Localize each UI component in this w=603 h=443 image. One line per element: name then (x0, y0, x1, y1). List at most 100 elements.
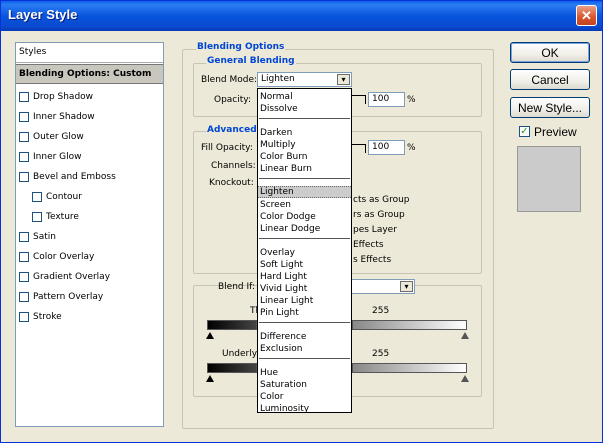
blend-if-select[interactable]: ▾ (352, 279, 415, 294)
blend-mode-option-overlay[interactable]: Overlay (258, 247, 351, 259)
blend-mode-option-linear-burn[interactable]: Linear Burn (258, 163, 351, 175)
blend-mode-option-screen[interactable]: Screen (258, 199, 351, 211)
styles-item-label: Outer Glow (33, 132, 84, 142)
styles-item-label: Color Overlay (33, 252, 95, 262)
blend-mode-label: Blend Mode: (201, 75, 258, 85)
opacity-slider-handle[interactable] (352, 95, 366, 104)
this-layer-max-value: 255 (372, 306, 390, 316)
color-overlay-checkbox[interactable] (19, 252, 29, 262)
this-layer-gradient-bar (207, 320, 257, 330)
stroke-checkbox[interactable] (19, 312, 29, 322)
styles-item-outer-glow[interactable]: Outer Glow (16, 127, 163, 147)
styles-item-drop-shadow[interactable]: Drop Shadow (16, 87, 163, 107)
cancel-button[interactable]: Cancel (510, 69, 590, 90)
dropdown-separator (259, 322, 350, 323)
blend-if-label: Blend If: (218, 282, 256, 292)
styles-item-label: Blending Options: Custom (19, 69, 152, 79)
channels-label: Channels: (211, 161, 256, 171)
this-layer-black-slider[interactable] (206, 332, 214, 339)
styles-item-label: Inner Shadow (33, 112, 95, 122)
blend-mode-option-color-burn[interactable]: Color Burn (258, 151, 351, 163)
pattern-overlay-checkbox[interactable] (19, 292, 29, 302)
underlying-layer-max-value: 255 (372, 349, 390, 359)
preview-label[interactable]: Preview (534, 125, 577, 139)
blend-mode-option-color[interactable]: Color (258, 391, 351, 403)
styles-item-label: Bevel and Emboss (33, 172, 116, 182)
this-layer-white-slider[interactable] (461, 332, 469, 339)
blend-mode-option-linear-light[interactable]: Linear Light (258, 295, 351, 307)
drop-shadow-checkbox[interactable] (19, 92, 29, 102)
checkmark-icon: ✓ (520, 126, 529, 137)
layer-style-window: Layer Style ✕ Styles Blending Options: C… (0, 0, 603, 443)
blend-mode-option-soft-light[interactable]: Soft Light (258, 259, 351, 271)
outer-glow-checkbox[interactable] (19, 132, 29, 142)
underlying-white-slider[interactable] (461, 375, 469, 382)
blend-mode-option-saturation[interactable]: Saturation (258, 379, 351, 391)
opacity-value: 100 (372, 94, 390, 104)
window-title: Layer Style (8, 7, 78, 22)
gradient-overlay-checkbox[interactable] (19, 272, 29, 282)
blend-mode-option-pin-light[interactable]: Pin Light (258, 307, 351, 319)
styles-item-stroke[interactable]: Stroke (16, 307, 163, 327)
blend-mode-option-luminosity[interactable]: Luminosity (258, 403, 351, 415)
new-style-button[interactable]: New Style... (510, 97, 590, 118)
styles-item-label: Gradient Overlay (33, 272, 111, 282)
styles-item-label: Inner Glow (33, 152, 82, 162)
knockout-label: Knockout: (209, 178, 254, 188)
blend-mode-option-multiply[interactable]: Multiply (258, 139, 351, 151)
styles-item-bevel-emboss[interactable]: Bevel and Emboss (16, 167, 163, 187)
styles-item-texture[interactable]: Texture (16, 207, 163, 227)
underlying-black-slider[interactable] (206, 375, 214, 382)
blend-mode-option-dissolve[interactable]: Dissolve (258, 103, 351, 115)
blend-clipped-layers-option[interactable]: rs as Group (353, 210, 405, 220)
fill-opacity-label: Fill Opacity: (201, 143, 253, 153)
ok-button[interactable]: OK (510, 42, 590, 63)
blend-mode-option-exclusion[interactable]: Exclusion (258, 343, 351, 355)
blend-interior-effects-option[interactable]: cts as Group (353, 195, 410, 205)
inner-shadow-checkbox[interactable] (19, 112, 29, 122)
styles-item-inner-glow[interactable]: Inner Glow (16, 147, 163, 167)
styles-item-gradient-overlay[interactable]: Gradient Overlay (16, 267, 163, 287)
blend-mode-option-lighten[interactable]: Lighten (258, 186, 351, 198)
blend-mode-select[interactable]: Lighten ▾ (257, 72, 352, 87)
fill-opacity-value: 100 (372, 142, 390, 152)
blend-mode-option-color-dodge[interactable]: Color Dodge (258, 211, 351, 223)
blend-mode-option-hue[interactable]: Hue (258, 367, 351, 379)
texture-checkbox[interactable] (32, 212, 42, 222)
blend-mode-option-darken[interactable]: Darken (258, 127, 351, 139)
styles-item-blending-options[interactable]: Blending Options: Custom (16, 64, 163, 84)
this-layer-gradient-bar-right (352, 320, 467, 330)
styles-item-label: Contour (46, 192, 82, 202)
blend-mode-option-hard-light[interactable]: Hard Light (258, 271, 351, 283)
fill-opacity-input[interactable]: 100 (368, 140, 405, 155)
layer-mask-hides-effects-option[interactable]: Effects (353, 240, 384, 250)
preview-checkbox[interactable]: ✓ (519, 126, 530, 137)
styles-item-contour[interactable]: Contour (16, 187, 163, 207)
styles-list: Styles Blending Options: Custom Drop Sha… (15, 42, 164, 427)
fill-opacity-slider-handle[interactable] (352, 144, 366, 153)
transparency-shapes-layer-option[interactable]: pes Layer (353, 225, 397, 235)
vector-mask-hides-effects-option[interactable]: s Effects (353, 255, 391, 265)
dropdown-separator (259, 118, 350, 119)
advanced-blending-title: Advanced (206, 125, 258, 135)
close-button[interactable]: ✕ (576, 5, 597, 26)
styles-header[interactable]: Styles (16, 43, 163, 63)
blend-mode-option-difference[interactable]: Difference (258, 331, 351, 343)
blend-mode-option-normal[interactable]: Normal (258, 91, 351, 103)
blending-options-title: Blending Options (196, 42, 286, 52)
styles-item-inner-shadow[interactable]: Inner Shadow (16, 107, 163, 127)
inner-glow-checkbox[interactable] (19, 152, 29, 162)
blend-mode-option-vivid-light[interactable]: Vivid Light (258, 283, 351, 295)
underlying-layer-label: Underly (222, 349, 258, 359)
blend-mode-option-linear-dodge[interactable]: Linear Dodge (258, 223, 351, 235)
bevel-emboss-checkbox[interactable] (19, 172, 29, 182)
styles-item-color-overlay[interactable]: Color Overlay (16, 247, 163, 267)
close-icon: ✕ (581, 7, 592, 23)
opacity-input[interactable]: 100 (368, 92, 405, 107)
dropdown-separator (259, 178, 350, 179)
styles-item-pattern-overlay[interactable]: Pattern Overlay (16, 287, 163, 307)
contour-checkbox[interactable] (32, 192, 42, 202)
styles-item-satin[interactable]: Satin (16, 227, 163, 247)
underlying-gradient-bar-right (352, 363, 467, 373)
satin-checkbox[interactable] (19, 232, 29, 242)
